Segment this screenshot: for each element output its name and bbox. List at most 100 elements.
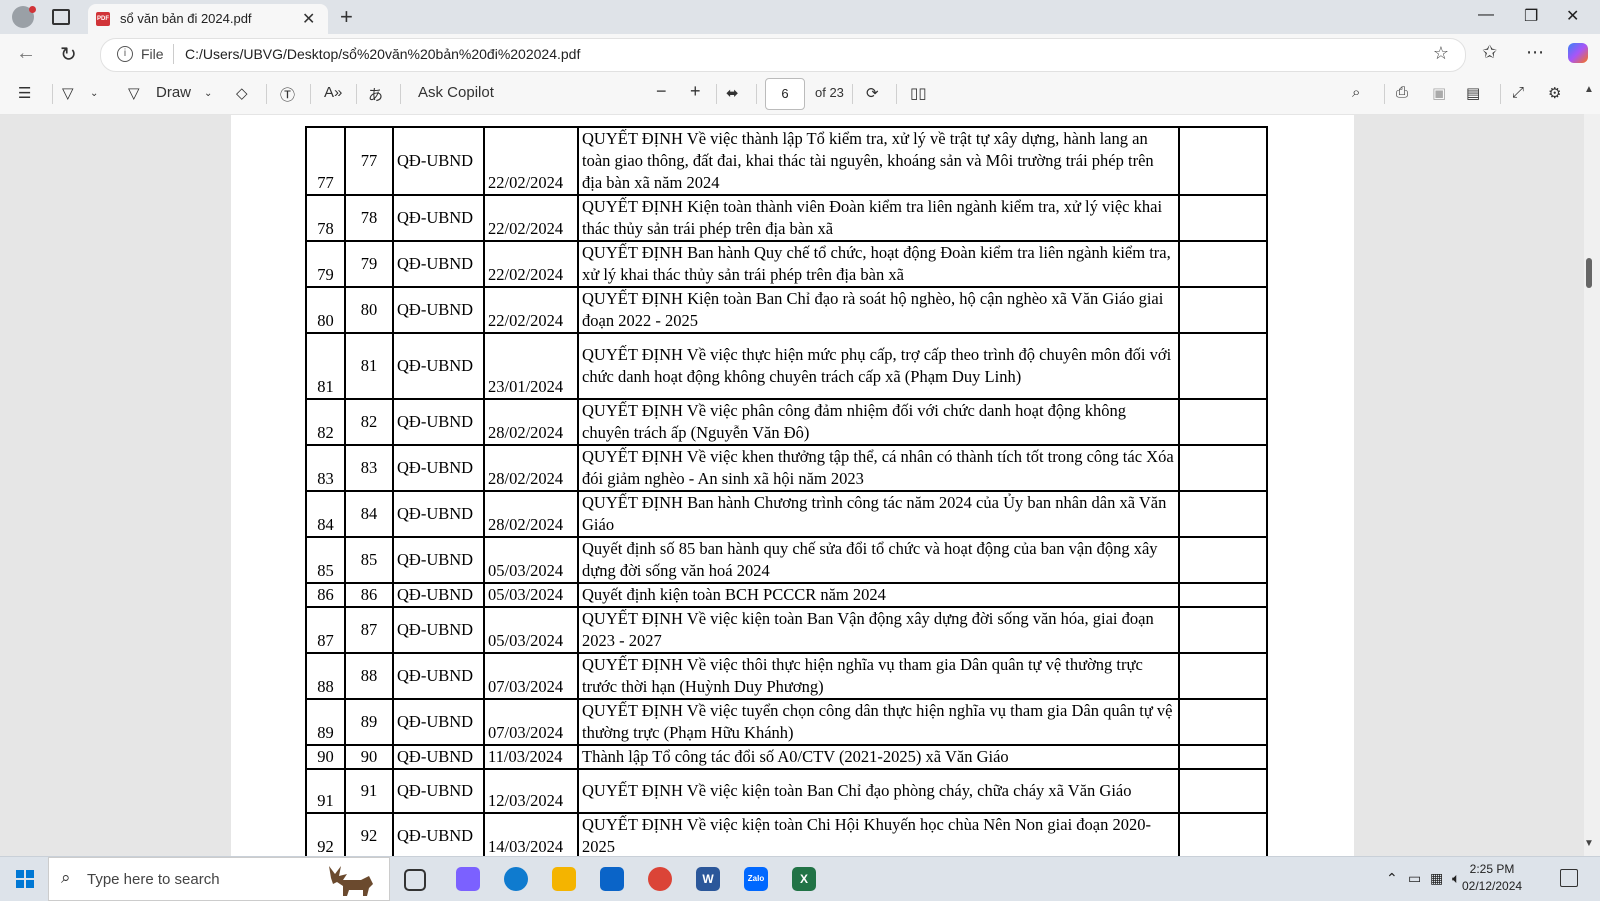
eraser-icon[interactable]: ◇ xyxy=(236,84,248,102)
row-note xyxy=(1178,768,1268,814)
row-stt: 88 xyxy=(305,652,346,700)
read-aloud-icon[interactable]: A» xyxy=(324,84,342,101)
scrollbar-thumb[interactable] xyxy=(1586,258,1592,288)
ask-copilot-button[interactable]: Ask Copilot xyxy=(418,84,494,101)
row-date: 28/02/2024 xyxy=(483,490,579,538)
taskbar: ⌕ Type here to search W Zalo X ⌃ ▭ ▦ 🔈︎ 2:… xyxy=(0,856,1600,901)
table-row: 83 83 QĐ-UBND 28/02/2024 QUYẾT ĐỊNH Về việc … xyxy=(305,444,1268,492)
row-content: Thành lập Tổ công tác đổi số A0/CTV (202… xyxy=(577,744,1180,770)
zalo-icon[interactable]: Zalo xyxy=(744,867,768,891)
table-row: 91 91 QĐ-UBND 12/03/2024 QUYẾT ĐỊNH Về việc … xyxy=(305,768,1268,814)
settings-gear-icon[interactable]: ⚙ xyxy=(1548,84,1561,102)
page-number-input[interactable]: 6 xyxy=(765,78,805,110)
row-stt: 80 xyxy=(305,286,346,334)
file-explorer-icon[interactable] xyxy=(552,867,576,891)
chevron-down-icon[interactable]: ⌄ xyxy=(90,88,98,99)
row-content: QUYẾT ĐỊNH Về việc thực hiện mức phụ cấp… xyxy=(577,332,1180,400)
contents-icon[interactable]: ☰ xyxy=(18,84,31,102)
row-note xyxy=(1178,536,1268,584)
favorites-icon[interactable]: ✩ xyxy=(1482,42,1497,63)
refresh-icon[interactable]: ↻ xyxy=(60,42,77,67)
word-icon[interactable]: W xyxy=(696,867,720,891)
row-stt: 85 xyxy=(305,536,346,584)
toolbar-divider xyxy=(756,84,757,104)
more-options-icon[interactable]: ⋯ xyxy=(1526,42,1544,63)
row-type: QĐ-UBND xyxy=(392,398,485,446)
tab-actions-icon[interactable] xyxy=(52,9,70,25)
moose-illustration-icon xyxy=(329,866,373,896)
network-icon[interactable]: ▦ xyxy=(1430,870,1443,887)
row-note xyxy=(1178,332,1268,400)
fit-width-icon[interactable]: ⬌ xyxy=(726,84,739,102)
text-box-icon[interactable]: Ⓣ xyxy=(280,84,295,105)
zoom-in-button[interactable]: + xyxy=(690,81,701,102)
row-note xyxy=(1178,126,1268,196)
scroll-up-arrow-icon[interactable]: ▲ xyxy=(1584,84,1594,95)
chevron-up-icon[interactable]: ⌃ xyxy=(1386,870,1398,887)
url-text[interactable]: C:/Users/UBVG/Desktop/sổ%20văn%20bản%20đ… xyxy=(185,46,580,62)
search-placeholder: Type here to search xyxy=(87,871,220,888)
row-number: 83 xyxy=(344,444,394,492)
start-button[interactable] xyxy=(16,870,34,888)
copilot-app-icon[interactable] xyxy=(456,867,480,891)
restore-button[interactable]: ❐ xyxy=(1524,6,1538,26)
tab-close-icon[interactable]: ✕ xyxy=(302,9,315,29)
task-view-icon[interactable] xyxy=(404,869,426,891)
save-as-icon[interactable]: ▤ xyxy=(1466,84,1480,102)
system-clock[interactable]: 2:25 PM 02/12/2024 xyxy=(1462,861,1522,895)
close-window-button[interactable]: ✕ xyxy=(1566,6,1579,26)
row-type: QĐ-UBND xyxy=(392,444,485,492)
row-note xyxy=(1178,490,1268,538)
edge-icon[interactable] xyxy=(504,867,528,891)
toolbar-divider xyxy=(52,84,53,104)
draw-icon[interactable]: ▽ xyxy=(128,84,140,102)
excel-icon[interactable]: X xyxy=(792,867,816,891)
back-arrow-icon[interactable]: ← xyxy=(16,42,36,65)
translate-icon[interactable]: あ xyxy=(368,84,383,105)
info-icon[interactable]: i xyxy=(117,46,133,62)
row-stt: 87 xyxy=(305,606,346,654)
zoom-out-button[interactable]: − xyxy=(656,81,667,102)
chevron-down-icon[interactable]: ⌄ xyxy=(204,88,212,99)
row-content: QUYẾT ĐỊNH Kiện toàn Ban Chỉ đạo rà soát… xyxy=(577,286,1180,334)
row-stt: 81 xyxy=(305,332,346,400)
row-content: Quyết định kiện toàn BCH PCCCR năm 2024 xyxy=(577,582,1180,608)
row-content: QUYẾT ĐỊNH Về việc kiện toàn Ban Chỉ đạo… xyxy=(577,768,1180,814)
row-date: 23/01/2024 xyxy=(483,332,579,400)
row-number: 91 xyxy=(344,768,394,814)
outlook-icon[interactable] xyxy=(600,867,624,891)
draw-label[interactable]: Draw xyxy=(156,84,191,101)
row-stt: 92 xyxy=(305,812,346,856)
print-icon[interactable]: ⎙ xyxy=(1396,84,1408,101)
battery-icon[interactable]: ▭ xyxy=(1408,870,1421,887)
notification-center-icon[interactable] xyxy=(1560,869,1578,887)
row-type: QĐ-UBND xyxy=(392,698,485,746)
page-view-icon[interactable]: ▯▯ xyxy=(910,84,927,102)
fullscreen-icon[interactable]: ⤢ xyxy=(1512,84,1524,101)
row-type: QĐ-UBND xyxy=(392,126,485,196)
new-tab-button[interactable]: + xyxy=(340,4,353,30)
row-date: 14/03/2024 xyxy=(483,812,579,856)
toolbar-divider xyxy=(400,84,401,104)
table-row: 80 80 QĐ-UBND 22/02/2024 QUYẾT ĐỊNH Kiện toà… xyxy=(305,286,1268,334)
search-icon[interactable]: ⌕ xyxy=(1352,84,1360,101)
row-type: QĐ-UBND xyxy=(392,812,485,856)
favorite-star-icon[interactable]: ☆ xyxy=(1433,43,1449,64)
volume-muted-icon[interactable]: 🔈︎ xyxy=(1452,870,1460,887)
rotate-icon[interactable]: ⟳ xyxy=(866,84,879,102)
row-date: 05/03/2024 xyxy=(483,582,579,608)
save-icon[interactable]: ▣ xyxy=(1432,84,1446,102)
chrome-icon[interactable] xyxy=(648,867,672,891)
row-number: 82 xyxy=(344,398,394,446)
copilot-icon[interactable] xyxy=(1568,43,1588,63)
minimize-button[interactable]: — xyxy=(1478,6,1494,24)
scroll-down-arrow-icon[interactable]: ▼ xyxy=(1584,838,1594,849)
row-stt: 86 xyxy=(305,582,346,608)
address-bar[interactable]: i File C:/Users/UBVG/Desktop/sổ%20văn%20… xyxy=(100,38,1466,72)
row-date: 11/03/2024 xyxy=(483,744,579,770)
taskbar-search[interactable]: ⌕ Type here to search xyxy=(48,857,390,901)
row-stt: 83 xyxy=(305,444,346,492)
tab-pdf[interactable]: PDF sổ văn bản đi 2024.pdf ✕ xyxy=(88,4,328,34)
scrollbar-track[interactable] xyxy=(1584,114,1600,856)
highlight-icon[interactable]: ▽ xyxy=(62,84,74,102)
